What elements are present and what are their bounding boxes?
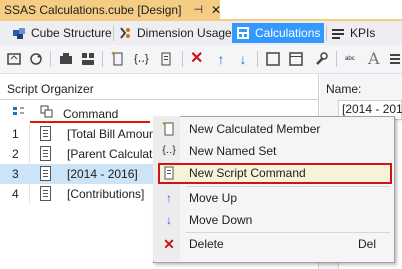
- toolbar-separator: [182, 51, 183, 67]
- form-view-icon[interactable]: [58, 51, 74, 67]
- wrench-icon[interactable]: [313, 51, 329, 67]
- menu-item-label: New Calculated Member: [189, 122, 321, 136]
- menu-item-shortcut: Del: [357, 237, 376, 251]
- row-number: 2: [12, 147, 19, 161]
- menu-item-new-named-set[interactable]: {‥} New Named Set: [154, 140, 392, 162]
- menu-item-move-up[interactable]: ↑ Move Up: [154, 187, 392, 209]
- process-icon[interactable]: [6, 51, 22, 67]
- cube-structure-icon: [12, 26, 26, 40]
- move-down-icon[interactable]: ↓: [235, 51, 251, 67]
- menu-item-delete[interactable]: ✕ Delete Del: [154, 233, 392, 255]
- move-up-icon[interactable]: ↑: [213, 51, 229, 67]
- properties-icon[interactable]: [265, 51, 281, 67]
- script-document-icon: [40, 166, 51, 181]
- script-command-icon: [162, 166, 176, 180]
- tab-dimension-usage[interactable]: Dimension Usage: [118, 23, 232, 43]
- tab-kpis[interactable]: KPIs: [331, 23, 381, 43]
- toolbar-separator: [336, 51, 337, 67]
- sort-icon[interactable]: [12, 106, 26, 121]
- toolbar-separator: [50, 51, 51, 67]
- refresh-icon[interactable]: [28, 51, 44, 67]
- arrow-down-icon: ↓: [166, 213, 172, 227]
- header-underline: [30, 121, 150, 123]
- templates-icon[interactable]: [288, 51, 304, 67]
- tab-separator: [326, 25, 327, 41]
- menu-item-label: Move Up: [189, 191, 238, 205]
- align-icon[interactable]: [389, 51, 402, 67]
- script-document-icon: [40, 186, 51, 201]
- delete-icon: ✕: [163, 236, 175, 252]
- dimension-usage-icon: [118, 26, 132, 40]
- new-script-command-icon[interactable]: [158, 51, 174, 67]
- row-label: [Contributions]: [67, 187, 145, 201]
- document-tab-title: SSAS Calculations.cube [Design]: [4, 2, 182, 17]
- document-tab[interactable]: SSAS Calculations.cube [Design] ⊣ ✕: [0, 0, 221, 19]
- toolbar: {‥} ✕ ↑ ↓ ᵃᵇᶜ A: [0, 45, 402, 74]
- tab-label: Calculations: [255, 26, 321, 40]
- designer-tab-strip: Cube Structure Dimension Usage Calculati…: [0, 21, 402, 45]
- row-number: 4: [12, 187, 19, 201]
- command-column-header[interactable]: Command: [63, 107, 118, 121]
- menu-item-move-down[interactable]: ↓ Move Down: [154, 209, 392, 231]
- name-label: Name:: [326, 82, 362, 96]
- menu-item-label: New Named Set: [189, 144, 277, 158]
- tab-label: Dimension Usage: [137, 26, 232, 40]
- tab-calculations[interactable]: Calculations: [232, 23, 324, 43]
- tab-cube-structure[interactable]: Cube Structure: [12, 23, 112, 43]
- menu-item-label: Delete: [189, 237, 224, 251]
- divider: [0, 99, 318, 100]
- row-number: 3: [12, 167, 19, 181]
- script-organizer-label: Script Organizer: [7, 82, 94, 96]
- tab-label: Cube Structure: [31, 26, 112, 40]
- menu-item-new-script-command[interactable]: New Script Command: [154, 162, 392, 184]
- calculated-member-icon: [162, 121, 176, 136]
- script-document-icon: [40, 146, 51, 161]
- delete-icon[interactable]: ✕: [190, 51, 206, 67]
- command-column-icon: [40, 105, 54, 122]
- font-icon[interactable]: A: [368, 51, 384, 67]
- menu-item-label: New Script Command: [189, 166, 306, 180]
- pin-icon[interactable]: ⊣: [193, 3, 203, 16]
- calculations-icon: [236, 26, 250, 40]
- toolbar-separator: [102, 51, 103, 67]
- toolbar-separator: [257, 51, 258, 67]
- row-label: [2014 - 2016]: [67, 167, 138, 181]
- close-icon[interactable]: ✕: [211, 3, 221, 17]
- arrow-up-icon: ↑: [166, 191, 172, 205]
- new-calculated-member-icon[interactable]: [110, 51, 126, 67]
- script-view-icon[interactable]: [80, 51, 96, 67]
- tab-label: KPIs: [350, 26, 376, 40]
- menu-item-new-calculated-member[interactable]: New Calculated Member: [154, 118, 392, 140]
- new-named-set-icon[interactable]: {‥}: [134, 51, 150, 67]
- row-label: [Total Bill Amount]: [67, 127, 163, 141]
- row-number: 1: [12, 127, 19, 141]
- name-field-value: [2014 - 2016]: [342, 102, 402, 116]
- menu-item-label: Move Down: [189, 213, 253, 227]
- named-set-icon: {‥}: [162, 145, 176, 156]
- spelling-icon[interactable]: ᵃᵇᶜ: [345, 51, 361, 67]
- tab-separator: [113, 25, 114, 41]
- kpis-icon: [331, 26, 345, 40]
- script-document-icon: [40, 126, 51, 141]
